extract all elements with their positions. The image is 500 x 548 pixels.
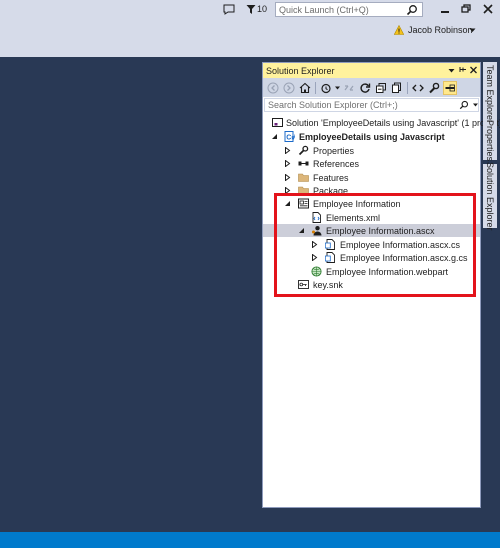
chevron-down-icon[interactable] [473, 103, 479, 107]
chevron-down-icon[interactable] [469, 27, 476, 33]
expanded-arrow-icon[interactable] [298, 227, 305, 234]
collapse-all-icon[interactable] [374, 81, 388, 95]
tab-label: Properties [485, 120, 495, 162]
home-icon[interactable] [298, 81, 312, 95]
forward-icon[interactable] [282, 81, 296, 95]
warning-icon [394, 25, 404, 35]
xml-file-icon [312, 212, 321, 223]
tree-item-label: Properties [313, 145, 355, 156]
tab-solution-explorer[interactable]: Solution Explorer [483, 161, 497, 231]
wrench-icon [298, 145, 309, 156]
collapsed-arrow-icon[interactable] [284, 174, 291, 181]
sharepoint-item-icon [298, 198, 309, 209]
tree-item-key-snk[interactable]: key.snk [263, 278, 480, 291]
pending-changes-filter-icon[interactable] [319, 81, 333, 95]
preview-selected-items-icon[interactable] [443, 80, 457, 95]
notification-count[interactable]: 10 [257, 4, 267, 14]
collapsed-arrow-icon[interactable] [284, 160, 291, 167]
tree-item-label: Employee Information.ascx [326, 225, 435, 236]
show-all-files-icon[interactable] [390, 81, 404, 95]
collapsed-arrow-icon[interactable] [284, 187, 291, 194]
toolbar-separator [407, 81, 408, 94]
solution-icon [272, 118, 283, 127]
chevron-down-icon[interactable] [335, 81, 340, 95]
pin-icon[interactable] [458, 65, 467, 75]
tree-item-label: Elements.xml [326, 212, 381, 223]
collapsed-arrow-icon[interactable] [311, 241, 318, 248]
quick-launch-input[interactable] [276, 4, 404, 15]
minimize-icon[interactable] [437, 2, 453, 16]
tree-item-label: Employee Information.ascx.cs [340, 239, 461, 250]
tree-item-label: EmployeeDetails using Javascript [299, 131, 445, 142]
folder-icon [298, 173, 309, 182]
tree-item-package[interactable]: Package [263, 184, 480, 197]
tab-label: Team Explorer [485, 64, 495, 124]
references-icon [298, 161, 309, 166]
tree-item-ascx-g-cs[interactable]: Employee Information.ascx.g.cs [263, 251, 480, 264]
solution-explorer-title-bar[interactable]: Solution Explorer [263, 63, 480, 78]
title-bar: 10 Jacob Robinson [0, 0, 500, 57]
back-icon[interactable] [266, 81, 280, 95]
refresh-icon[interactable] [358, 81, 372, 95]
solution-explorer-search-box[interactable] [264, 98, 479, 112]
expanded-arrow-icon[interactable] [284, 200, 291, 207]
webpart-file-icon [311, 266, 322, 277]
tree-item-label: Features [313, 172, 349, 183]
tree-item-employee-information[interactable]: Employee Information [263, 197, 480, 210]
tree-item-label: Employee Information.ascx.g.cs [340, 252, 468, 263]
account-name[interactable]: Jacob Robinson [408, 25, 473, 35]
sync-icon[interactable] [342, 81, 356, 95]
restore-icon[interactable] [458, 2, 474, 16]
search-icon[interactable] [406, 4, 418, 16]
tree-item-ascx-cs[interactable]: Employee Information.ascx.cs [263, 238, 480, 251]
tree-item-label: References [313, 158, 360, 169]
tree-item-webpart[interactable]: Employee Information.webpart [263, 265, 480, 278]
folder-icon [298, 186, 309, 195]
wrench-icon[interactable] [427, 81, 441, 95]
close-panel-icon[interactable] [469, 65, 478, 75]
notification-flag-icon[interactable] [246, 4, 256, 15]
feedback-icon[interactable] [223, 4, 235, 15]
tree-item-label: key.snk [313, 279, 343, 290]
toolbar-separator [315, 81, 316, 94]
search-icon[interactable] [459, 100, 469, 110]
tree-item-label: Employee Information [313, 198, 401, 209]
collapsed-arrow-icon[interactable] [284, 147, 291, 154]
key-file-icon [298, 280, 309, 289]
solution-explorer-toolbar [263, 78, 480, 97]
tab-team-explorer[interactable]: Team Explorer [483, 62, 497, 126]
tree-item-ascx[interactable]: Employee Information.ascx [263, 224, 480, 237]
window-position-icon[interactable] [447, 65, 456, 75]
solution-explorer-panel: Solution Explorer Search Solution Explor… [262, 62, 500, 508]
tree-item-label: Package [313, 185, 349, 196]
tree-item-project[interactable]: C# EmployeeDetails using Javascript [263, 130, 480, 143]
collapsed-arrow-icon[interactable] [311, 254, 318, 261]
tree-item-label: Employee Information.webpart [326, 266, 449, 277]
svg-text:C#: C# [286, 135, 295, 142]
tree-item-references[interactable]: References [263, 157, 480, 170]
tree-item-solution[interactable]: Solution 'EmployeeDetails using Javascri… [263, 116, 500, 129]
tree-item-properties[interactable]: Properties [263, 144, 480, 157]
solution-explorer-search-input[interactable] [265, 100, 454, 110]
tab-properties[interactable]: Properties [483, 120, 497, 162]
view-code-icon[interactable] [411, 81, 425, 95]
panel-title: Solution Explorer [266, 65, 335, 76]
csharp-file-icon [325, 239, 335, 250]
csharp-file-icon [325, 252, 335, 263]
user-control-icon [312, 226, 322, 236]
quick-launch-box[interactable] [275, 2, 423, 17]
expanded-arrow-icon[interactable] [271, 133, 278, 140]
tree-item-label: Solution 'EmployeeDetails using Javascri… [286, 117, 500, 128]
tab-label: Solution Explorer [485, 161, 495, 231]
tree-item-elements-xml[interactable]: Elements.xml [263, 211, 480, 224]
tree-item-features[interactable]: Features [263, 171, 480, 184]
csharp-project-icon: C# [284, 131, 295, 142]
close-window-icon[interactable] [480, 2, 496, 16]
status-bar [0, 532, 500, 548]
